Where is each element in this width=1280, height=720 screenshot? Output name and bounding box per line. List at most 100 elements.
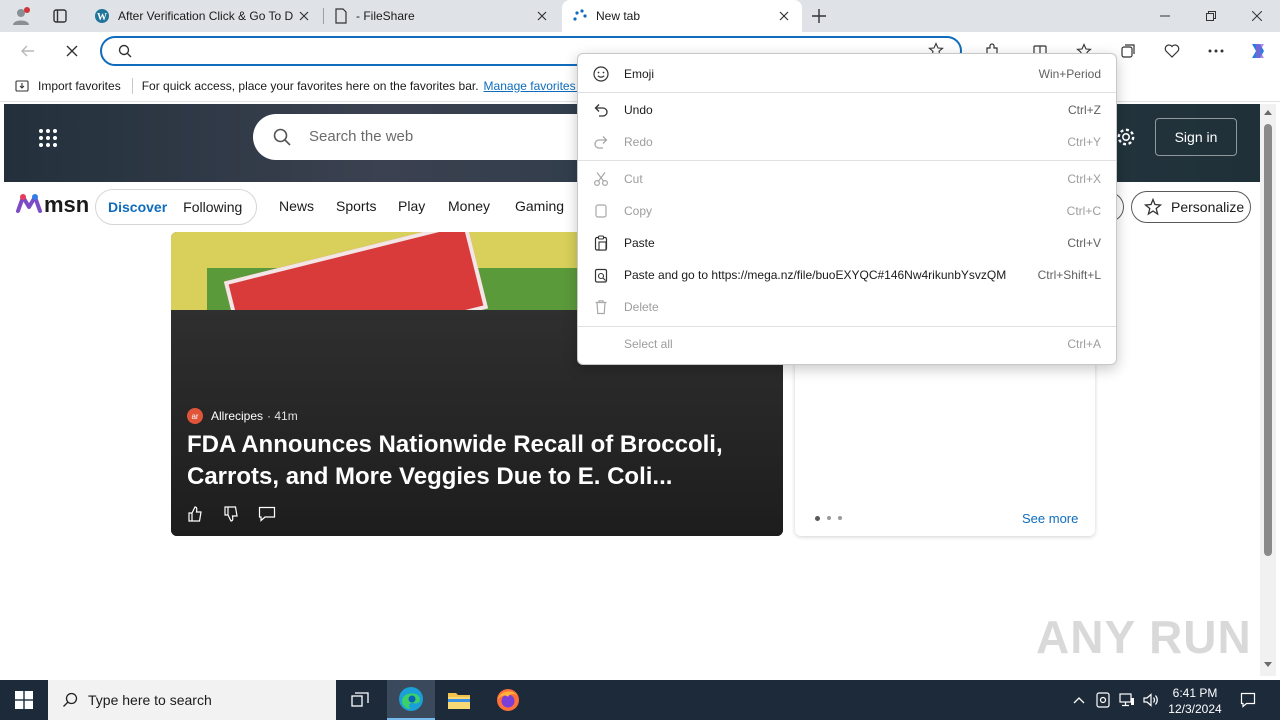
tab-after-verification[interactable]: W After Verification Click & Go To D xyxy=(84,0,322,32)
close-tab-icon[interactable] xyxy=(534,8,550,24)
notifications-icon[interactable] xyxy=(1230,680,1266,720)
menu-item-copy[interactable]: Copy Ctrl+C xyxy=(578,195,1116,227)
nav-money[interactable]: Money xyxy=(448,198,515,214)
allrecipes-icon: ar xyxy=(187,408,203,424)
stop-loading-button[interactable] xyxy=(56,35,88,67)
file-explorer-icon[interactable] xyxy=(436,680,482,720)
menu-label: Copy xyxy=(624,204,653,218)
sign-in-button[interactable]: Sign in xyxy=(1155,118,1237,156)
search-icon xyxy=(273,128,291,146)
search-placeholder: Search the web xyxy=(309,128,414,145)
edge-taskbar-icon[interactable] xyxy=(387,680,435,720)
menu-item-delete[interactable]: Delete xyxy=(578,291,1116,323)
favorites-hint: For quick access, place your favorites h… xyxy=(141,78,479,93)
nav-play[interactable]: Play xyxy=(398,198,448,214)
show-hidden-icons[interactable] xyxy=(1068,680,1090,720)
svg-text:ar: ar xyxy=(191,412,198,421)
msn-logo[interactable]: msn xyxy=(16,192,89,218)
menu-shortcut: Ctrl+Y xyxy=(1067,135,1101,149)
menu-label: Paste and go to https://mega.nz/file/buo… xyxy=(624,268,1006,282)
nav-news[interactable]: News xyxy=(279,198,336,214)
apps-grid-icon[interactable] xyxy=(38,128,58,148)
nav-gaming[interactable]: Gaming xyxy=(515,198,564,214)
menu-shortcut: Ctrl+C xyxy=(1066,204,1101,218)
headline-line-1: FDA Announces Nationwide Recall of Brocc… xyxy=(187,431,723,458)
import-favorites-link[interactable]: Import favorites xyxy=(38,79,121,93)
divider xyxy=(131,77,133,94)
menu-shortcut: Ctrl+X xyxy=(1067,172,1101,186)
category-nav: News Sports Play Money Gaming xyxy=(279,198,564,214)
tab-discover[interactable]: Discover xyxy=(108,199,167,215)
feed-toggle: Discover Following xyxy=(95,189,257,225)
menu-item-undo[interactable]: Undo Ctrl+Z xyxy=(578,94,1116,126)
menu-item-paste[interactable]: Paste Ctrl+V xyxy=(578,227,1116,259)
tab-strip: W After Verification Click & Go To D - F… xyxy=(0,0,1280,32)
web-search-box[interactable]: Search the web xyxy=(253,114,613,160)
network-icon[interactable] xyxy=(1115,680,1139,720)
emoji-icon xyxy=(578,66,624,82)
context-menu: Emoji Win+Period Undo Ctrl+Z Redo Ctrl+Y… xyxy=(577,53,1117,365)
dislike-icon[interactable] xyxy=(223,506,239,522)
article-headline[interactable]: FDA Announces Nationwide Recall of Brocc… xyxy=(187,429,767,493)
sign-in-label: Sign in xyxy=(1174,129,1218,145)
more-options-icon[interactable] xyxy=(1200,35,1232,67)
article-time: · 41m xyxy=(267,409,298,423)
taskbar-search-box[interactable]: Type here to search xyxy=(48,680,336,720)
menu-shortcut: Win+Period xyxy=(1038,67,1101,81)
system-clock[interactable]: 6:41 PM 12/3/2024 xyxy=(1164,684,1226,718)
nav-sports[interactable]: Sports xyxy=(336,198,398,214)
menu-item-select-all[interactable]: Select all Ctrl+A xyxy=(578,328,1116,360)
carousel-dots[interactable] xyxy=(815,516,842,521)
settings-icon[interactable] xyxy=(1116,127,1136,147)
manage-favorites-link[interactable]: Manage favorites n xyxy=(484,79,586,93)
menu-label: Select all xyxy=(624,337,673,351)
menu-label: Delete xyxy=(624,300,659,314)
personalize-button[interactable]: Personalize xyxy=(1131,191,1251,223)
menu-label: Redo xyxy=(624,135,653,149)
browser-essentials-icon[interactable] xyxy=(1156,35,1188,67)
page-scrollbar[interactable] xyxy=(1260,104,1276,676)
menu-label: Cut xyxy=(624,172,643,186)
tab-following[interactable]: Following xyxy=(183,199,242,215)
page-icon xyxy=(334,8,348,24)
clock-date: 12/3/2024 xyxy=(1168,702,1222,716)
comment-icon[interactable] xyxy=(258,506,276,522)
msn-logo-text: msn xyxy=(44,192,90,217)
firefox-icon[interactable] xyxy=(484,680,532,720)
restore-button[interactable] xyxy=(1188,0,1234,32)
security-icon[interactable] xyxy=(1092,680,1114,720)
close-tab-icon[interactable] xyxy=(776,8,792,24)
see-more-link[interactable]: See more xyxy=(1022,511,1078,526)
menu-item-emoji[interactable]: Emoji Win+Period xyxy=(578,58,1116,90)
personalize-label: Personalize xyxy=(1171,199,1245,215)
menu-shortcut: Ctrl+A xyxy=(1067,337,1101,351)
minimize-button[interactable] xyxy=(1142,0,1188,32)
menu-item-redo[interactable]: Redo Ctrl+Y xyxy=(578,126,1116,158)
task-view-icon[interactable] xyxy=(338,680,382,720)
menu-label: Emoji xyxy=(624,67,655,81)
close-tab-icon[interactable] xyxy=(296,8,312,24)
copilot-icon[interactable] xyxy=(1242,35,1274,67)
article-source: Allrecipes xyxy=(211,409,264,423)
new-tab-button[interactable] xyxy=(806,4,832,28)
menu-shortcut: Ctrl+V xyxy=(1067,236,1101,250)
taskbar: Type here to search 6:41 PM 12/3/2024 xyxy=(0,680,1280,720)
menu-shortcut: Ctrl+Shift+L xyxy=(1037,268,1101,282)
personalize-icon xyxy=(1144,198,1162,216)
back-button[interactable] xyxy=(12,35,44,67)
paste-and-go-icon xyxy=(578,267,624,283)
tab-actions-icon[interactable] xyxy=(48,4,72,28)
close-window-button[interactable] xyxy=(1234,0,1280,32)
menu-label: Paste xyxy=(624,236,655,250)
loading-icon xyxy=(572,8,588,24)
volume-icon[interactable] xyxy=(1139,680,1163,720)
tab-new-tab[interactable]: New tab xyxy=(562,0,802,32)
tab-fileshare[interactable]: - FileShare xyxy=(324,0,560,32)
menu-item-paste-and-go[interactable]: Paste and go to https://mega.nz/file/buo… xyxy=(578,259,1116,291)
start-button[interactable] xyxy=(0,680,48,720)
menu-separator xyxy=(578,92,1116,93)
scrollbar-thumb[interactable] xyxy=(1264,124,1272,556)
menu-item-cut[interactable]: Cut Ctrl+X xyxy=(578,163,1116,195)
profile-icon[interactable] xyxy=(6,4,36,28)
like-icon[interactable] xyxy=(187,506,203,522)
